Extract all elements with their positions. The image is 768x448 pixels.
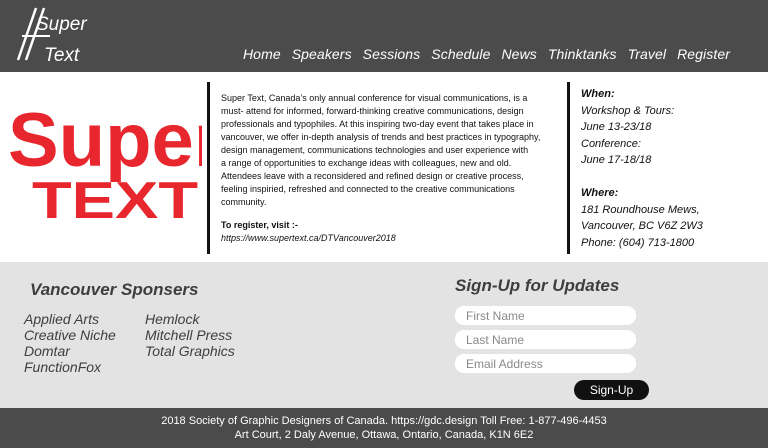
about-line: vancouver, we offer in-depth analysis of… (221, 132, 541, 142)
nav-register[interactable]: Register (677, 46, 730, 62)
when-line: June 13-23/18 (581, 121, 652, 134)
sponsor-item[interactable]: FunctionFox (24, 359, 116, 375)
signup-button[interactable]: Sign-Up (574, 380, 649, 400)
register-link[interactable]: https://www.supertext.ca/DTVancouver2018 (221, 232, 566, 245)
where-line: Phone: (604) 713-1800 (581, 236, 695, 249)
about-line: Attendees leave with a reconsidered and … (221, 171, 524, 181)
nav-thinktanks[interactable]: Thinktanks (548, 46, 617, 62)
divider-left (207, 82, 210, 254)
footer-line2: Art Court, 2 Daly Avenue, Ottawa, Ontari… (234, 429, 534, 441)
where-heading: Where: (581, 186, 619, 199)
supertext-big-logo: Super TEXT (8, 98, 202, 230)
nav-home[interactable]: Home (243, 46, 281, 62)
sponsors-list-2: Hemlock Mitchell Press Total Graphics (145, 311, 235, 359)
signup-title: Sign-Up for Updates (455, 276, 620, 295)
about-line: community. (221, 197, 267, 207)
divider-right (567, 82, 570, 254)
sponsor-item[interactable]: Hemlock (145, 311, 235, 327)
when-heading: When: (581, 88, 615, 100)
where-line: 181 Roundhouse Mews, (581, 203, 700, 216)
last-name-field[interactable] (455, 330, 636, 349)
nav-speakers[interactable]: Speakers (292, 46, 352, 62)
when-line: June 17-18/18 (581, 154, 652, 167)
big-logo-text: TEXT (32, 172, 198, 230)
big-logo-s: Super (8, 98, 202, 183)
about-line: design management, communications techno… (221, 145, 529, 155)
event-details: When: Workshop & Tours: June 13-23/18 Co… (581, 86, 703, 251)
sponsor-item[interactable]: Domtar (24, 343, 116, 359)
nav-sessions[interactable]: Sessions (363, 46, 421, 62)
first-name-field[interactable] (455, 306, 636, 325)
sponsors-list-1: Applied Arts Creative Niche Domtar Funct… (24, 311, 116, 375)
main-nav: Home Speakers Sessions Schedule News Thi… (243, 46, 730, 62)
sponsor-item[interactable]: Total Graphics (145, 343, 235, 359)
site-footer: 2018 Society of Graphic Designers of Can… (0, 408, 768, 448)
site-header: Super Text Home Speakers Sessions Schedu… (0, 0, 768, 72)
when-line: Conference: (581, 137, 641, 150)
sponsor-item[interactable]: Mitchell Press (145, 327, 235, 343)
about-line: professionals and typophiles. At this in… (221, 119, 534, 129)
logo-text-line1: Super (36, 14, 87, 35)
sponsor-item[interactable]: Creative Niche (24, 327, 116, 343)
about-text: Super Text, Canada’s only annual confere… (221, 92, 566, 245)
nav-news[interactable]: News (501, 46, 536, 62)
register-label: To register, visit :- (221, 220, 298, 230)
logo-text-line2: Text (44, 45, 80, 66)
email-field[interactable] (455, 354, 636, 373)
where-line: Vancouver, BC V6Z 2W3 (581, 220, 703, 233)
sponsors-title: Vancouver Sponsers (30, 280, 199, 299)
sponsor-item[interactable]: Applied Arts (24, 311, 116, 327)
when-line: Workshop & Tours: (581, 104, 675, 117)
nav-travel[interactable]: Travel (628, 46, 666, 62)
about-line: Super Text, Canada’s only annual confere… (221, 93, 528, 103)
nav-schedule[interactable]: Schedule (431, 46, 490, 62)
about-line: must- attend for informed, forward-think… (221, 106, 524, 116)
about-line: feeling inspiried, refreshed and connect… (221, 184, 515, 194)
footer-line1: 2018 Society of Graphic Designers of Can… (161, 415, 607, 427)
about-line: a range of opportunities to exchange ide… (221, 158, 512, 168)
site-logo[interactable]: Super Text (14, 6, 87, 68)
